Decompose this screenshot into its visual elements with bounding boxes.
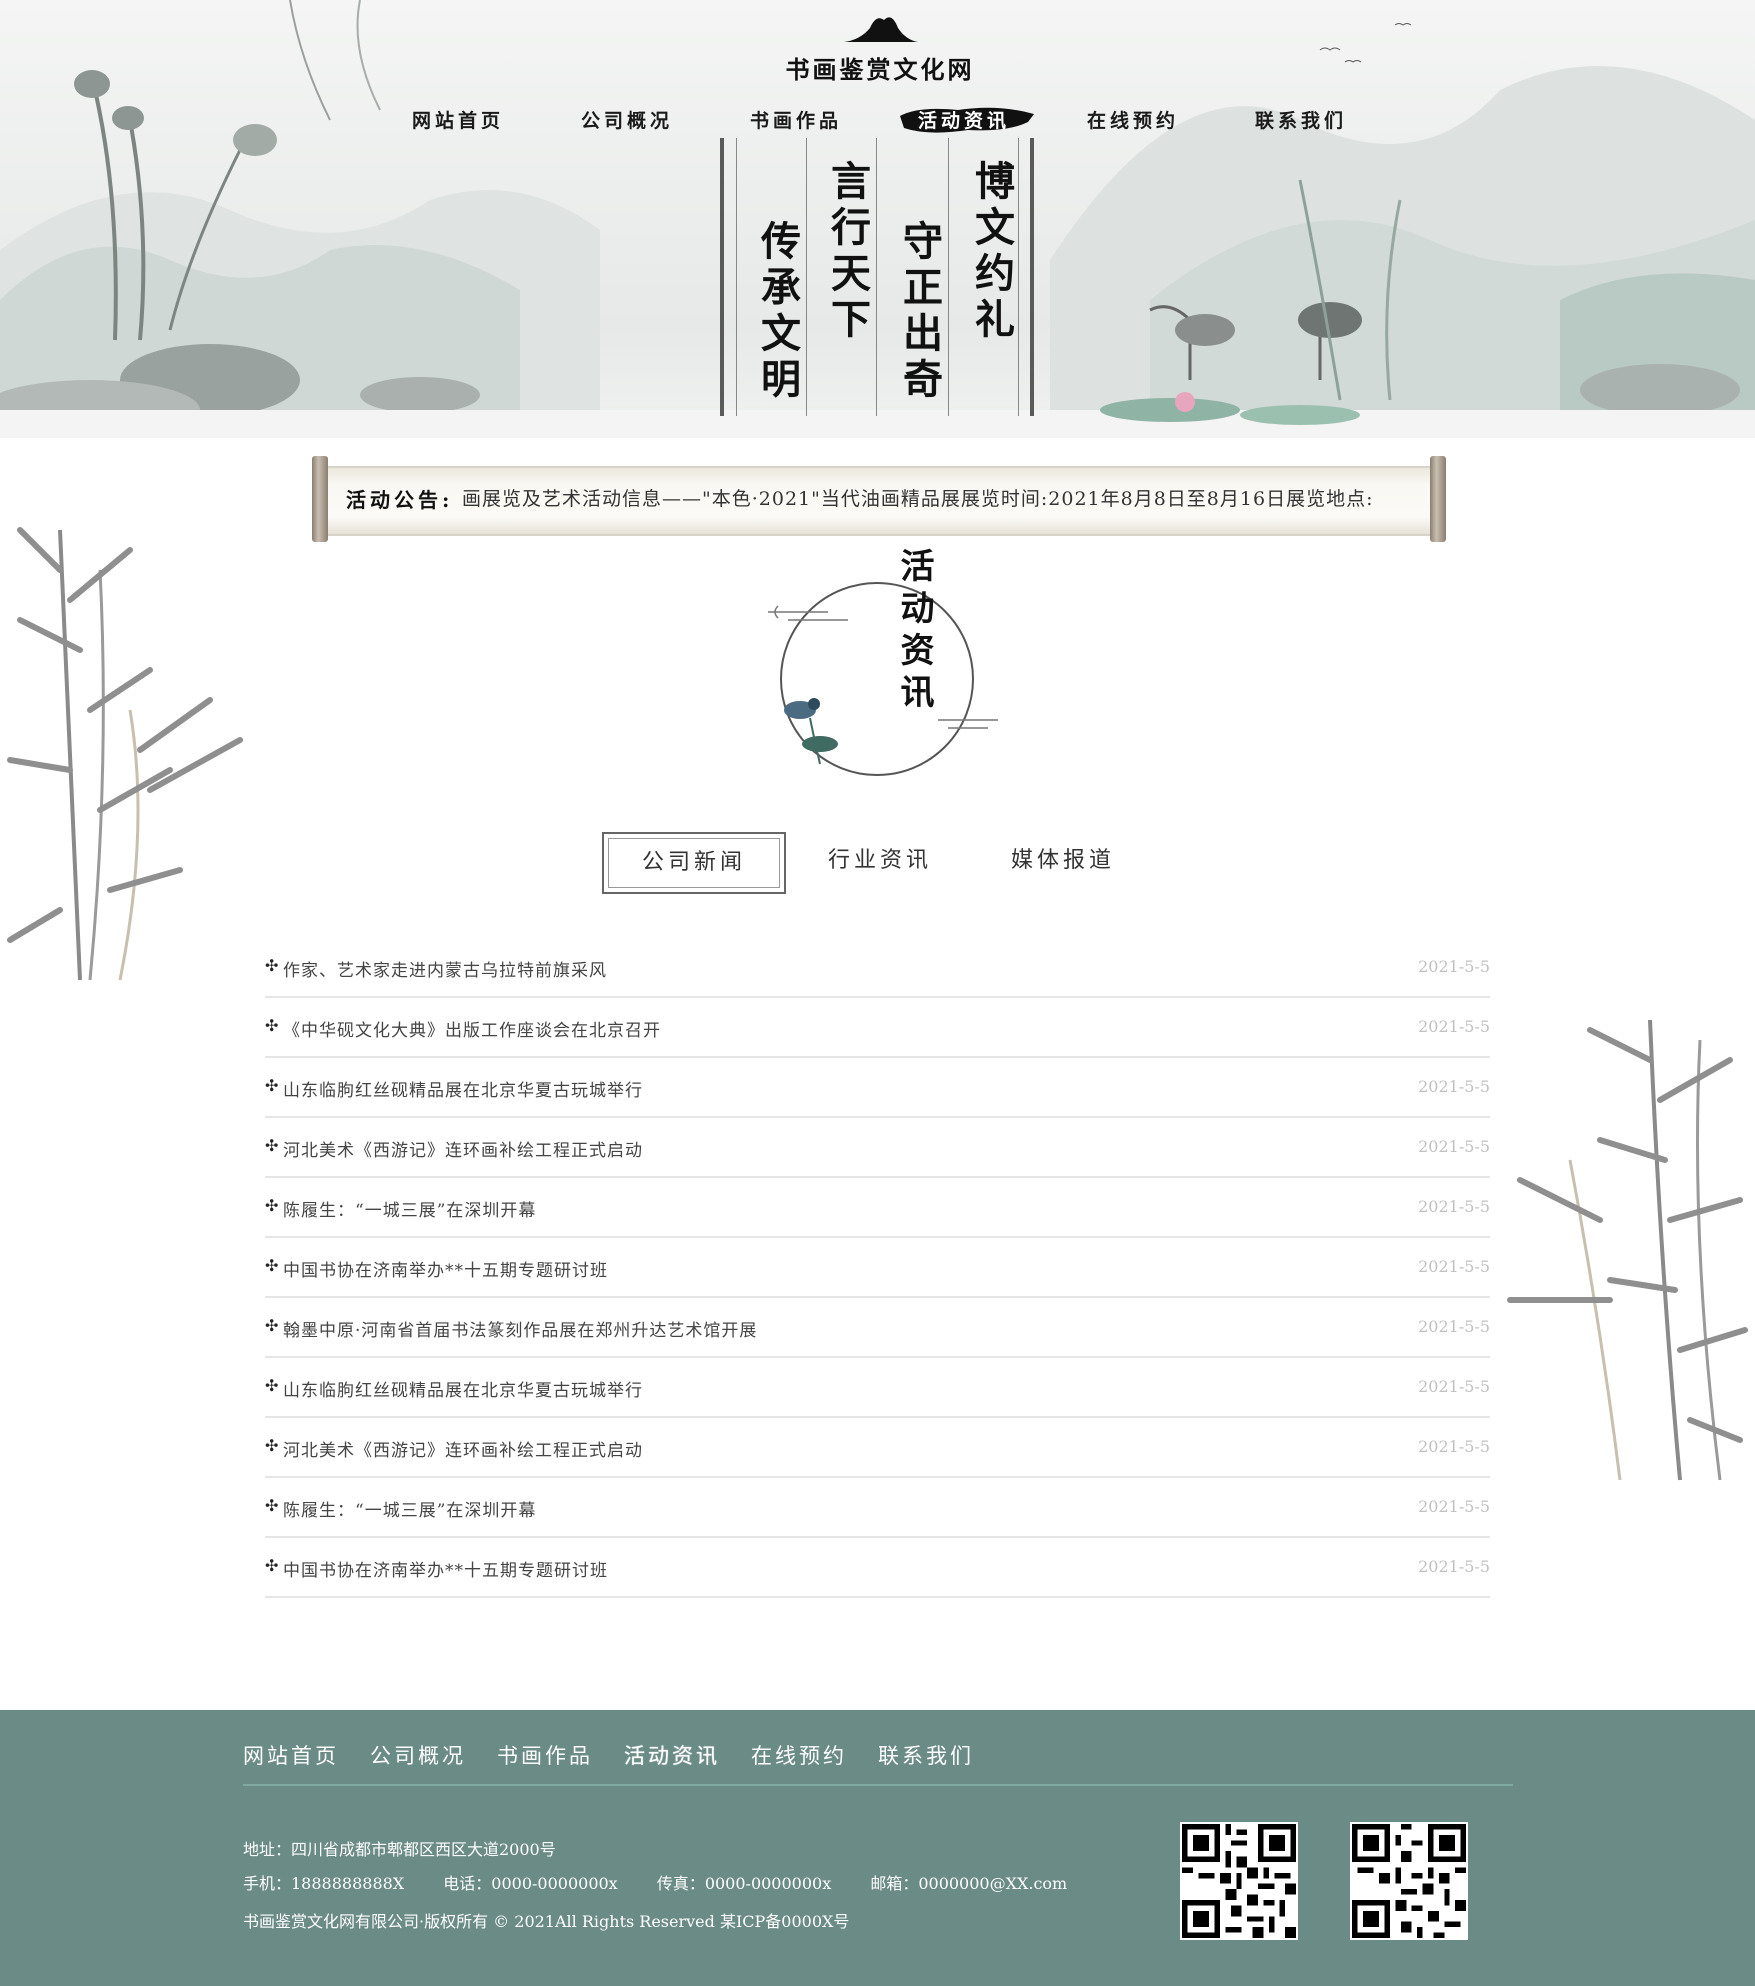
news-title[interactable]: 山东临朐红丝砚精品展在北京华夏古玩城举行 — [283, 1076, 643, 1101]
site-logo[interactable]: 书画鉴赏文化网 — [760, 10, 1000, 85]
news-title[interactable]: 《中华砚文化大典》出版工作座谈会在北京召开 — [283, 1016, 661, 1041]
tab-industry-news[interactable]: 行业资讯 — [790, 832, 970, 890]
news-bullet-icon: ✣ — [265, 956, 279, 975]
main-navigation: 网站首页 公司概况 书画作品 活动资讯 在线预约 联系我们 — [0, 104, 1755, 138]
footer-nav-home[interactable]: 网站首页 — [243, 1740, 339, 1770]
news-bullet-icon: ✣ — [265, 1436, 279, 1455]
nav-item-contact[interactable]: 联系我们 — [1255, 104, 1347, 138]
nav-item-news[interactable]: 活动资讯 — [918, 104, 1010, 138]
news-date: 2021-5-5 — [1418, 1077, 1490, 1096]
news-bullet-icon: ✣ — [265, 1376, 279, 1395]
news-bullet-icon: ✣ — [265, 1136, 279, 1155]
announcement-bar: 活动公告: 画展览及艺术活动信息——"本色·2021"当代油画精品展展览时间:2… — [312, 456, 1446, 542]
footer-nav-company[interactable]: 公司概况 — [370, 1740, 466, 1770]
news-bullet-icon: ✣ — [265, 1496, 279, 1515]
footer-email: 邮箱：0000000@XX.com — [870, 1874, 1068, 1893]
footer-address: 地址：四川省成都市郫都区西区大道2000号 — [243, 1840, 556, 1859]
qr-code-icon — [1180, 1822, 1298, 1940]
news-date: 2021-5-5 — [1418, 957, 1490, 976]
news-row[interactable]: ✣ 陈履生：“一城三展”在深圳开幕 2021-5-5 — [265, 1478, 1490, 1538]
news-date: 2021-5-5 — [1418, 1197, 1490, 1216]
news-row[interactable]: ✣ 中国书协在济南举办**十五期专题研讨班 2021-5-5 — [265, 1538, 1490, 1598]
news-date: 2021-5-5 — [1418, 1017, 1490, 1036]
news-title[interactable]: 陈履生：“一城三展”在深圳开幕 — [283, 1196, 536, 1221]
news-row[interactable]: ✣ 山东临朐红丝砚精品展在北京华夏古玩城举行 2021-5-5 — [265, 1358, 1490, 1418]
motto-4: 博文约礼 — [968, 160, 1015, 344]
news-row[interactable]: ✣ 《中华砚文化大典》出版工作座谈会在北京召开 2021-5-5 — [265, 998, 1490, 1058]
news-date: 2021-5-5 — [1418, 1557, 1490, 1576]
motto-2: 言行天下 — [824, 160, 871, 344]
footer-copyright: 书画鉴赏文化网有限公司·版权所有 © 2021All Rights Reserv… — [243, 1912, 850, 1931]
hero-banner: 书画鉴赏文化网 网站首页 公司概况 书画作品 活动资讯 在线预约 联系我们 传承… — [0, 0, 1755, 438]
footer-nav-news[interactable]: 活动资讯 — [624, 1740, 720, 1770]
news-row[interactable]: ✣ 河北美术《西游记》连环画补绘工程正式启动 2021-5-5 — [265, 1418, 1490, 1478]
news-bullet-icon: ✣ — [265, 1556, 279, 1575]
footer-nav-contact[interactable]: 联系我们 — [878, 1740, 974, 1770]
news-date: 2021-5-5 — [1418, 1137, 1490, 1156]
news-row[interactable]: ✣ 河北美术《西游记》连环画补绘工程正式启动 2021-5-5 — [265, 1118, 1490, 1178]
announcement-marquee[interactable]: 画展览及艺术活动信息——"本色·2021"当代油画精品展展览时间:2021年8月… — [462, 484, 1412, 511]
news-bullet-icon: ✣ — [265, 1256, 279, 1275]
footer-nav-works[interactable]: 书画作品 — [497, 1740, 593, 1770]
news-title[interactable]: 河北美术《西游记》连环画补绘工程正式启动 — [283, 1436, 643, 1461]
news-row[interactable]: ✣ 作家、艺术家走进内蒙古乌拉特前旗采风 2021-5-5 — [265, 938, 1490, 998]
motto-3: 守正出奇 — [896, 220, 943, 404]
footer-phone: 电话：0000-0000000x — [443, 1874, 618, 1893]
news-title[interactable]: 河北美术《西游记》连环画补绘工程正式启动 — [283, 1136, 643, 1161]
news-bullet-icon: ✣ — [265, 1316, 279, 1335]
bird-on-lotus-icon — [784, 698, 838, 765]
news-date: 2021-5-5 — [1418, 1317, 1490, 1336]
nav-item-company[interactable]: 公司概况 — [581, 104, 673, 138]
news-title[interactable]: 陈履生：“一城三展”在深圳开幕 — [283, 1496, 536, 1521]
footer-nav-booking[interactable]: 在线预约 — [751, 1740, 847, 1770]
qr-code-icon — [1350, 1822, 1468, 1940]
bamboo-left-decoration — [7, 527, 243, 981]
news-row[interactable]: ✣ 山东临朐红丝砚精品展在北京华夏古玩城举行 2021-5-5 — [265, 1058, 1490, 1118]
news-title[interactable]: 作家、艺术家走进内蒙古乌拉特前旗采风 — [283, 956, 607, 981]
news-row[interactable]: ✣ 翰墨中原·河南省首届书法篆刻作品展在郑州升达艺术馆开展 2021-5-5 — [265, 1298, 1490, 1358]
mountain-logo-icon — [844, 17, 918, 42]
bamboo-right-decoration — [1507, 1019, 1748, 1481]
news-title[interactable]: 中国书协在济南举办**十五期专题研讨班 — [283, 1556, 608, 1581]
news-date: 2021-5-5 — [1418, 1497, 1490, 1516]
news-bullet-icon: ✣ — [265, 1076, 279, 1095]
section-title: 活动资讯 — [760, 548, 1000, 788]
footer: 网站首页 公司概况 书画作品 活动资讯 在线预约 联系我们 地址：四川省成都市郫… — [0, 1710, 1755, 1986]
news-list: ✣ 作家、艺术家走进内蒙古乌拉特前旗采风 2021-5-5 ✣ 《中华砚文化大典》出版工… — [265, 938, 1490, 1598]
site-title: 书画鉴赏文化网 — [785, 55, 975, 84]
footer-mobile: 手机：1888888888X — [243, 1874, 405, 1893]
nav-item-booking[interactable]: 在线预约 — [1087, 104, 1179, 138]
tab-company-news[interactable]: 公司新闻 — [602, 832, 786, 894]
news-date: 2021-5-5 — [1418, 1437, 1490, 1456]
scroll-rod-left — [312, 456, 328, 542]
news-title[interactable]: 山东临朐红丝砚精品展在北京华夏古玩城举行 — [283, 1376, 643, 1401]
news-row[interactable]: ✣ 中国书协在济南举办**十五期专题研讨班 2021-5-5 — [265, 1238, 1490, 1298]
news-date: 2021-5-5 — [1418, 1377, 1490, 1396]
section-heading: 活动资讯 — [894, 548, 934, 716]
announcement-label: 活动公告: — [346, 488, 454, 512]
news-title[interactable]: 翰墨中原·河南省首届书法篆刻作品展在郑州升达艺术馆开展 — [283, 1316, 757, 1341]
news-title[interactable]: 中国书协在济南举办**十五期专题研讨班 — [283, 1256, 608, 1281]
motto-1: 传承文明 — [754, 220, 801, 404]
footer-divider — [243, 1784, 1513, 1786]
footer-contacts: 手机：1888888888X 电话：0000-0000000x 传真：0000-… — [243, 1870, 1101, 1894]
news-date: 2021-5-5 — [1418, 1257, 1490, 1276]
footer-fax: 传真：0000-0000000x — [656, 1874, 832, 1893]
news-bullet-icon: ✣ — [265, 1196, 279, 1215]
news-row[interactable]: ✣ 陈履生：“一城三展”在深圳开幕 2021-5-5 — [265, 1178, 1490, 1238]
nav-item-home[interactable]: 网站首页 — [412, 104, 504, 138]
news-bullet-icon: ✣ — [265, 1016, 279, 1035]
nav-item-works[interactable]: 书画作品 — [750, 104, 842, 138]
tab-media-reports[interactable]: 媒体报道 — [973, 832, 1153, 890]
scroll-rod-right — [1430, 456, 1446, 542]
